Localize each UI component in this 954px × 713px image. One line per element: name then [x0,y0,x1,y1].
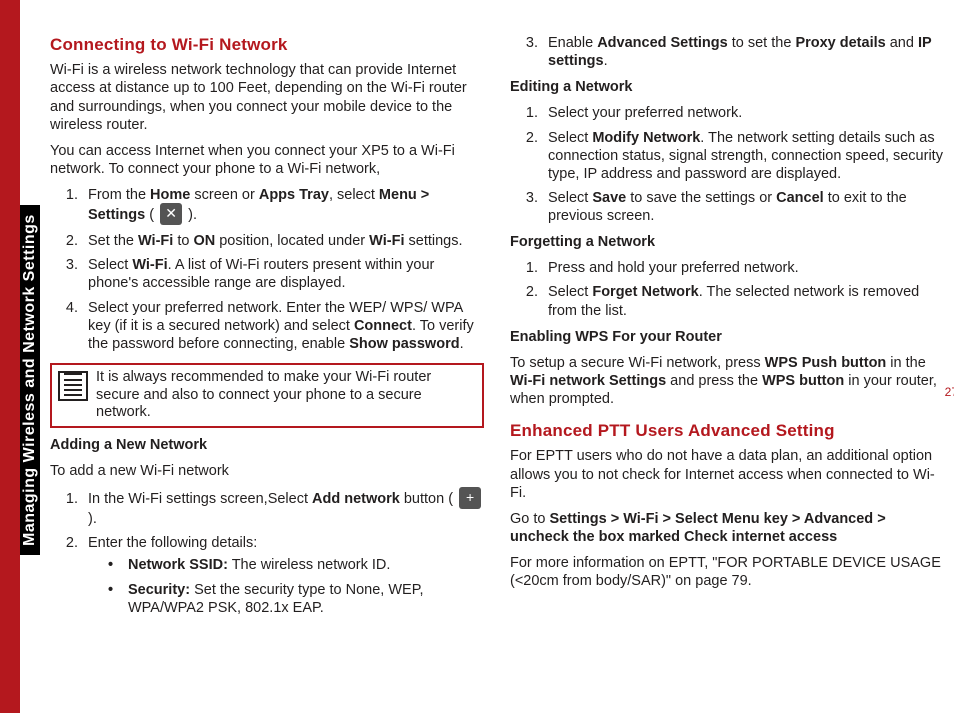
subhead-editing-network: Editing a Network [510,78,944,96]
detail-ssid: Network SSID: The wireless network ID. [108,556,484,574]
connect-step-1: From the Home screen or Apps Tray, selec… [82,186,484,226]
forget-steps-list: Press and hold your preferred network. S… [510,259,944,319]
right-column: Enable Advanced Settings to set the Prox… [510,34,944,693]
ptt-paragraph-3: For more information on EPTT, "FOR PORTA… [510,554,944,590]
add-steps-list: In the Wi-Fi settings screen,Select Add … [50,488,484,617]
intro-paragraph-2: You can access Internet when you connect… [50,142,484,178]
subhead-wps: Enabling WPS For your Router [510,328,944,346]
ptt-paragraph-1: For EPTT users who do not have a data pl… [510,447,944,501]
heading-ptt: Enhanced PTT Users Advanced Setting [510,420,944,441]
note-icon [58,371,88,401]
connect-step-3: Select Wi-Fi. A list of Wi-Fi routers pr… [82,256,484,292]
detail-security: Security: Set the security type to None,… [108,581,484,617]
subhead-adding-network: Adding a New Network [50,436,484,454]
edit-step-1: Select your preferred network. [542,104,944,122]
wps-paragraph: To setup a secure Wi-Fi network, press W… [510,354,944,408]
note-text: It is always recommended to make your Wi… [96,369,476,422]
left-column: Connecting to Wi-Fi Network Wi-Fi is a w… [50,34,484,693]
edit-steps-list: Select your preferred network. Select Mo… [510,104,944,225]
page-content: Connecting to Wi-Fi Network Wi-Fi is a w… [50,34,944,693]
sidebar-stripe [0,0,20,713]
connect-step-4: Select your preferred network. Enter the… [82,299,484,353]
add-step-2: Enter the following details: Network SSI… [82,534,484,617]
edit-step-3: Select Save to save the settings or Canc… [542,189,944,225]
heading-connecting: Connecting to Wi-Fi Network [50,34,484,55]
forget-step-2: Select Forget Network. The selected netw… [542,283,944,319]
note-box: It is always recommended to make your Wi… [50,363,484,428]
intro-paragraph-1: Wi-Fi is a wireless network technology t… [50,61,484,134]
add-step-3: Enable Advanced Settings to set the Prox… [542,34,944,70]
page-number: 27 [945,385,954,399]
add-steps-cont: Enable Advanced Settings to set the Prox… [510,34,944,70]
sidebar-section-label: Managing Wireless and Network Settings [20,205,40,555]
subhead-forgetting-network: Forgetting a Network [510,233,944,251]
tools-icon: ✕ [160,203,182,225]
connect-steps-list: From the Home screen or Apps Tray, selec… [50,186,484,353]
add-intro: To add a new Wi-Fi network [50,462,484,480]
plus-icon: + [459,487,481,509]
add-details-list: Network SSID: The wireless network ID. S… [88,556,484,616]
connect-step-2: Set the Wi-Fi to ON position, located un… [82,232,484,250]
add-step-1: In the Wi-Fi settings screen,Select Add … [82,488,484,528]
edit-step-2: Select Modify Network. The network setti… [542,129,944,183]
ptt-paragraph-2: Go to Settings > Wi-Fi > Select Menu key… [510,510,944,546]
forget-step-1: Press and hold your preferred network. [542,259,944,277]
